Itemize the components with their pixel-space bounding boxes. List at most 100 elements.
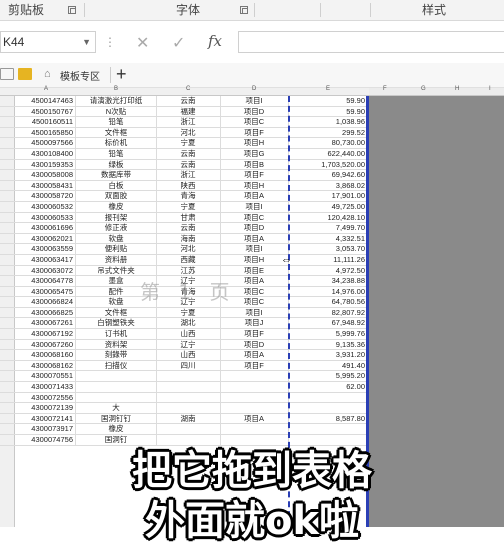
cell-amount[interactable]: 1,038.96 xyxy=(288,117,369,127)
cell-order-number[interactable]: 4300159353 xyxy=(14,159,76,170)
cell-amount[interactable]: 299.52 xyxy=(288,128,369,138)
cell-project[interactable]: 项目D xyxy=(220,339,289,350)
cell-project[interactable]: 项目A xyxy=(220,191,289,202)
cell-project[interactable]: 项目C xyxy=(220,212,289,223)
cell-region[interactable]: 云南 xyxy=(156,159,221,170)
cell-amount[interactable]: 3,931.20 xyxy=(288,350,369,360)
cell-region[interactable]: 河北 xyxy=(156,127,221,138)
column-header-f[interactable]: F xyxy=(383,86,387,92)
table-row[interactable]: 4300072141 国洞钉钉 湖南 项目A 8,587.80 xyxy=(0,413,369,425)
cell-item-name[interactable]: 白钢塑铁夹 xyxy=(76,318,157,329)
cell-region[interactable]: 甘肃 xyxy=(156,212,221,223)
insert-function-icon[interactable]: fx xyxy=(208,32,222,50)
cell-order-number[interactable]: 4500150767 xyxy=(14,106,76,117)
cell-item-name[interactable]: 软盘 xyxy=(76,233,157,244)
cell-region[interactable]: 浙江 xyxy=(156,117,221,128)
cell-region[interactable]: 江苏 xyxy=(156,265,221,276)
cell-amount[interactable]: 14,976.00 xyxy=(288,287,369,297)
table-row[interactable]: 4300071433 62.00 xyxy=(0,382,369,393)
cell-region[interactable]: 浙江 xyxy=(156,170,221,181)
cell-region[interactable]: 湖北 xyxy=(156,318,221,329)
cell-item-name[interactable]: 便利贴 xyxy=(76,244,157,255)
cell-region[interactable]: 四川 xyxy=(156,360,221,371)
cell-region[interactable]: 西藏 xyxy=(156,254,221,265)
cell-order-number[interactable]: 4300073917 xyxy=(14,424,76,435)
cell-order-number[interactable]: 4300068160 xyxy=(14,350,76,361)
cell-item-name[interactable]: 双面胶 xyxy=(76,191,157,202)
cell-region[interactable]: 辽宁 xyxy=(156,339,221,350)
cell-item-name[interactable]: 大 xyxy=(76,403,157,414)
table-row[interactable]: 4300072556 xyxy=(0,392,369,404)
cell-order-number[interactable]: 4300068162 xyxy=(14,360,76,371)
cell-order-number[interactable]: 4300065475 xyxy=(14,286,76,297)
cell-order-number[interactable]: 4300066824 xyxy=(14,297,76,308)
table-row[interactable]: 4300070551 5,995.20 xyxy=(0,371,369,383)
cell-project[interactable]: 项目G xyxy=(220,148,289,159)
cell-item-name[interactable]: 文件框 xyxy=(76,307,157,318)
cell-region[interactable]: 海南 xyxy=(156,233,221,244)
cell-region[interactable] xyxy=(156,403,221,414)
cell-project[interactable]: 项目F xyxy=(220,360,289,371)
cell-item-name[interactable]: 橡皮 xyxy=(76,424,157,435)
cell-item-name[interactable]: 订书机 xyxy=(76,329,157,340)
cell-region[interactable]: 青海 xyxy=(156,191,221,202)
cell-item-name[interactable]: 扫描仪 xyxy=(76,360,157,371)
cell-project[interactable] xyxy=(220,371,289,382)
cell-item-name[interactable]: 报刊架 xyxy=(76,212,157,223)
cell-project[interactable]: 项目J xyxy=(220,318,289,329)
cell-region[interactable]: 福建 xyxy=(156,106,221,117)
cell-order-number[interactable]: 4500165850 xyxy=(14,127,76,138)
cell-amount[interactable] xyxy=(288,393,369,403)
cell-item-name[interactable]: 吊式文件夹 xyxy=(76,265,157,276)
cell-amount[interactable]: 3,868.02 xyxy=(288,181,369,191)
confirm-entry-icon[interactable]: ✓ xyxy=(172,33,185,53)
cell-project[interactable]: 项目F xyxy=(220,329,289,340)
cell-region[interactable] xyxy=(156,382,221,393)
cell-amount[interactable]: 9,135.36 xyxy=(288,340,369,350)
cell-item-name[interactable]: 数据库带 xyxy=(76,170,157,181)
cell-order-number[interactable]: 4300064778 xyxy=(14,276,76,287)
table-row[interactable]: 4300062021 软盘 海南 项目A 4,332.51 xyxy=(0,233,369,245)
cell-amount[interactable]: 17,901.00 xyxy=(288,191,369,201)
cell-item-name[interactable]: 铅笔 xyxy=(76,117,157,128)
table-row[interactable]: 4500165850 文件框 河北 项目F 299.52 xyxy=(0,127,369,139)
cell-project[interactable] xyxy=(220,424,289,435)
document-icon[interactable] xyxy=(0,68,14,80)
cell-order-number[interactable]: 4300058431 xyxy=(14,180,76,191)
cell-order-number[interactable]: 4300063559 xyxy=(14,244,76,255)
table-row[interactable]: 4300058720 双面胶 青海 项目A 17,901.00 xyxy=(0,191,369,202)
spreadsheet-grid[interactable]: 4500147463 请演激光打印纸 云南 项目I 59.90 4500150767 N次贴… xyxy=(0,96,369,446)
table-row[interactable]: 4300063559 便利贴 河北 项目I 3,053.70 xyxy=(0,244,369,255)
table-row[interactable]: 4300063072 吊式文件夹 江苏 项目E 4,972.50 xyxy=(0,265,369,277)
cell-order-number[interactable]: 4300070551 xyxy=(14,371,76,382)
font-dialog-launcher-icon[interactable] xyxy=(240,6,248,14)
table-row[interactable]: 4500160511 铅笔 浙江 项目C 1,038.96 xyxy=(0,117,369,128)
cell-amount[interactable]: 80,730.00 xyxy=(288,138,369,148)
cell-region[interactable] xyxy=(156,392,221,403)
name-box[interactable]: K44 ▼ xyxy=(0,31,96,53)
cell-order-number[interactable]: 4300067192 xyxy=(14,329,76,340)
table-row[interactable]: 4300073917 橡皮 xyxy=(0,424,369,435)
cell-project[interactable]: 项目H xyxy=(220,254,289,265)
table-row[interactable]: 4300072139 大 xyxy=(0,403,369,414)
table-row[interactable]: 4500150767 N次贴 福建 项目D 59.90 xyxy=(0,106,369,118)
add-tab-button[interactable]: + xyxy=(116,64,127,85)
cell-item-name[interactable]: 修正液 xyxy=(76,223,157,234)
cell-project[interactable] xyxy=(220,392,289,403)
table-row[interactable]: 4300060533 报刊架 甘肃 项目C 120,428.10 xyxy=(0,212,369,224)
cell-region[interactable]: 湖南 xyxy=(156,413,221,424)
cell-region[interactable]: 云南 xyxy=(156,223,221,234)
cell-project[interactable] xyxy=(220,382,289,393)
cell-order-number[interactable]: 4300058720 xyxy=(14,191,76,202)
cell-item-name[interactable]: 国洞钉钉 xyxy=(76,413,157,424)
table-row[interactable]: 4300068160 刻錄带 山西 项目A 3,931.20 xyxy=(0,350,369,361)
cell-amount[interactable]: 3,053.70 xyxy=(288,244,369,254)
cell-amount[interactable]: 7,499.70 xyxy=(288,223,369,233)
cell-order-number[interactable]: 4300058008 xyxy=(14,170,76,181)
cell-order-number[interactable]: 4300063072 xyxy=(14,265,76,276)
cell-project[interactable]: 项目D xyxy=(220,106,289,117)
cell-order-number[interactable]: 4300061696 xyxy=(14,223,76,234)
cell-order-number[interactable]: 4300108400 xyxy=(14,148,76,159)
table-row[interactable]: 4300061696 修正液 云南 项目D 7,499.70 xyxy=(0,223,369,234)
table-row[interactable]: 4300159353 绿板 云南 项目B 1,703,520.00 xyxy=(0,159,369,171)
